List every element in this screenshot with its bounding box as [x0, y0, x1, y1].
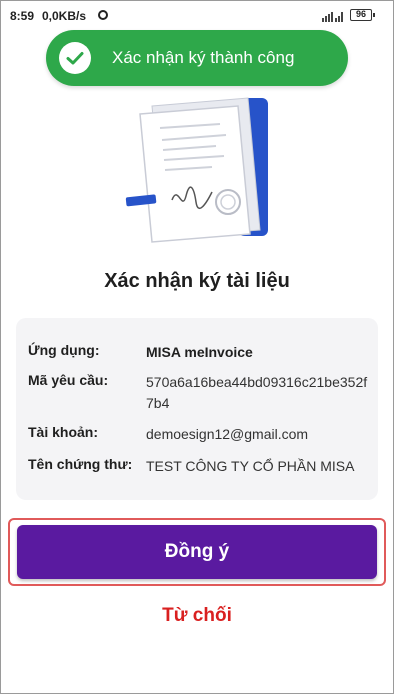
info-value: TEST CÔNG TY CỔ PHẦN MISA: [146, 458, 355, 474]
page-title: Xác nhận ký tài liệu: [104, 270, 290, 292]
info-label: Mã yêu cầu:: [28, 372, 109, 388]
info-value: demoesign12@gmail.com: [146, 426, 309, 442]
success-toast: Xác nhận ký thành công: [46, 30, 348, 86]
status-time: 8:59: [10, 9, 35, 23]
info-label: Ứng dụng:: [28, 342, 100, 358]
info-label: Tài khoản:: [28, 424, 99, 440]
reject-button[interactable]: Từ chối: [0, 605, 394, 627]
check-icon: [59, 42, 91, 74]
request-info-card: Ứng dụng: MISA meInvoice Mã yêu cầu: 570…: [16, 318, 378, 500]
battery-icon: 96: [350, 9, 375, 21]
info-label: Tên chứng thư:: [28, 456, 133, 472]
info-value: MISA meInvoice: [146, 344, 253, 360]
toast-message: Xác nhận ký thành công: [112, 48, 295, 67]
status-network-speed: 0,0KB/s: [42, 9, 87, 23]
info-value: 570a6a16bea44bd09316c21be352f7b4: [146, 374, 368, 411]
status-bar: 8:59 0,0KB/s 96: [0, 0, 394, 32]
accept-button[interactable]: Đồng ý: [17, 525, 377, 579]
document-signature-icon: [125, 97, 268, 243]
status-app-icon: [98, 10, 108, 20]
signal-icon: [322, 12, 343, 22]
